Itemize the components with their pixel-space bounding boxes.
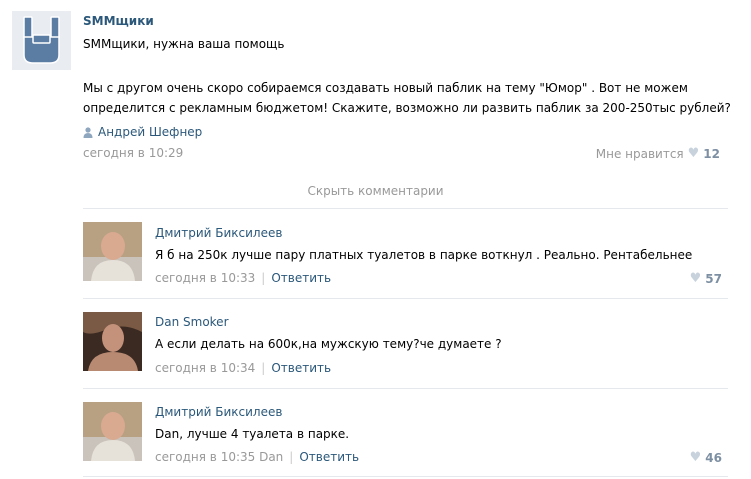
separator: |: [289, 450, 294, 464]
comment-like-button[interactable]: ♥ 46: [690, 450, 722, 465]
comment-avatar[interactable]: [83, 312, 142, 371]
like-label: Мне нравится: [595, 146, 684, 161]
like-count: 46: [705, 450, 722, 465]
comment-avatar[interactable]: [83, 402, 142, 461]
hide-comments-link[interactable]: Скрыть комментарии: [0, 184, 751, 198]
heart-icon: ♥: [687, 146, 700, 161]
post-text: Мы с другом очень скоро собираемся созда…: [83, 81, 731, 115]
comment-meta: сегодня в 10:33 | Ответить: [155, 271, 331, 285]
heart-icon: ♥: [689, 271, 702, 286]
post-signer[interactable]: Андрей Шефнер: [83, 125, 202, 139]
rock-hand-icon: [12, 11, 71, 70]
reply-button[interactable]: Ответить: [271, 271, 331, 285]
comment-meta: сегодня в 10:34 | Ответить: [155, 361, 331, 375]
comment-avatar[interactable]: [83, 222, 142, 281]
divider: [83, 476, 728, 477]
comment-author[interactable]: Дмитрий Биксилеев: [155, 405, 282, 419]
reply-button[interactable]: Ответить: [299, 450, 359, 464]
signer-name[interactable]: Андрей Шефнер: [98, 125, 202, 139]
post-like-button[interactable]: Мне нравится ♥ 12: [596, 146, 720, 161]
comment-text: Я б на 250к лучше пару платных туалетов …: [155, 248, 693, 262]
divider: [83, 298, 728, 299]
comment-author[interactable]: Dan Smoker: [155, 315, 229, 329]
divider: [83, 208, 728, 209]
comment-text: А если делать на 600к,на мужскую тему?че…: [155, 337, 502, 351]
comment-date[interactable]: сегодня в 10:35 Dan: [155, 450, 283, 464]
group-avatar[interactable]: [12, 11, 71, 70]
avatar-photo: [83, 222, 142, 281]
separator: |: [261, 361, 266, 375]
avatar-photo: [83, 402, 142, 461]
comment-date[interactable]: сегодня в 10:33: [155, 271, 255, 285]
post-author[interactable]: SMMщики: [83, 14, 154, 28]
avatar-photo: [83, 312, 142, 371]
comment-author[interactable]: Дмитрий Биксилеев: [155, 226, 282, 240]
post-title-line: SMMщики, нужна ваша помощь: [83, 37, 285, 51]
like-count: 12: [703, 146, 720, 161]
user-icon: [83, 126, 93, 138]
heart-icon: ♥: [689, 450, 702, 465]
comment-like-button[interactable]: ♥ 57: [690, 271, 722, 286]
separator: |: [261, 271, 266, 285]
comment-text: Dan, лучше 4 туалета в парке.: [155, 427, 350, 441]
reply-button[interactable]: Ответить: [271, 361, 331, 375]
like-count: 57: [705, 271, 722, 286]
divider: [83, 388, 728, 389]
comment-date[interactable]: сегодня в 10:34: [155, 361, 255, 375]
comment-meta: сегодня в 10:35 Dan | Ответить: [155, 450, 359, 464]
post-date[interactable]: сегодня в 10:29: [83, 146, 183, 160]
